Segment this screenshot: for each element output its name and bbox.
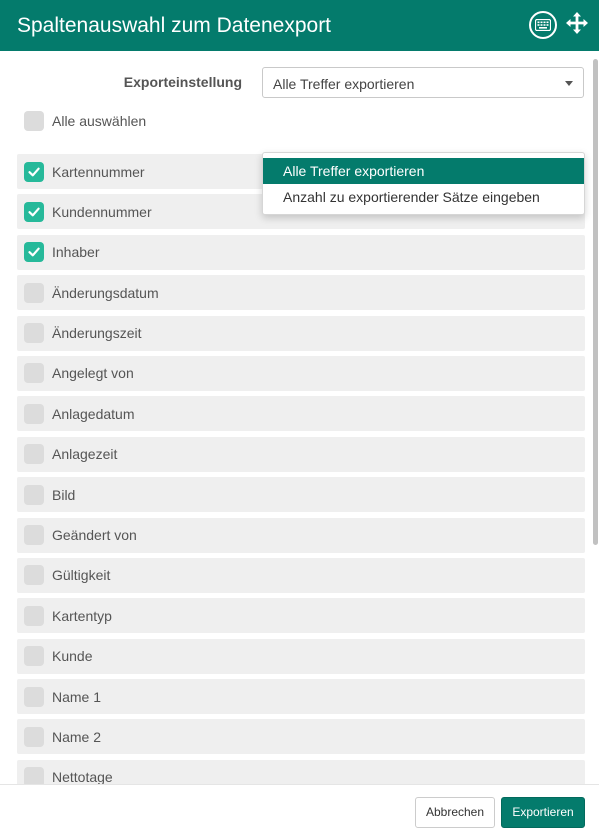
export-setting-label: Exporteinstellung (123, 74, 242, 90)
column-checkbox[interactable] (24, 242, 44, 263)
column-checkbox[interactable] (24, 525, 44, 546)
column-label: Kartennummer (52, 163, 145, 180)
column-row[interactable]: Bild (17, 477, 585, 513)
select-all-checkbox[interactable] (24, 111, 44, 131)
column-checkbox[interactable] (24, 565, 44, 586)
checkmark-icon (28, 207, 40, 217)
column-label: Geändert von (52, 527, 137, 544)
export-button[interactable]: Exportieren (501, 797, 585, 828)
column-label: Gültigkeit (52, 567, 111, 584)
column-label: Änderungsdatum (52, 284, 159, 301)
dropdown-option-enter-count[interactable]: Anzahl zu exportierender Sätze eingeben (263, 184, 584, 210)
export-setting-select[interactable]: Alle Treffer exportieren (262, 67, 584, 98)
column-label: Bild (52, 486, 76, 503)
column-row[interactable]: Kartentyp (17, 598, 585, 634)
dialog-titlebar[interactable]: Spaltenauswahl zum Datenexport (0, 0, 599, 51)
export-setting-value: Alle Treffer exportieren (273, 76, 415, 92)
checkmark-icon (28, 247, 40, 257)
column-row[interactable]: Kunde (17, 638, 585, 674)
column-checkbox[interactable] (24, 605, 44, 626)
column-checkbox[interactable] (24, 686, 44, 707)
column-checkbox[interactable] (24, 726, 44, 747)
column-checkbox[interactable] (24, 403, 44, 424)
dialog-footer: Abbrechen Exportieren (0, 784, 599, 835)
select-all-label: Alle auswählen (52, 113, 147, 129)
scrollbar-thumb[interactable] (593, 59, 598, 545)
column-row[interactable]: Inhaber (17, 234, 585, 270)
column-row[interactable]: Geändert von (17, 517, 585, 553)
dropdown-option-all-hits[interactable]: Alle Treffer exportieren (263, 158, 584, 184)
column-row[interactable]: Angelegt von (17, 355, 585, 391)
move-arrows-icon[interactable] (565, 11, 589, 35)
column-row[interactable]: Änderungsdatum (17, 275, 585, 311)
column-list: Kartennummer Kundennummer Inhaber Änderungs… (17, 154, 585, 784)
column-checkbox[interactable] (24, 282, 44, 303)
column-checkbox[interactable] (24, 363, 44, 384)
keyboard-icon[interactable] (529, 11, 557, 39)
column-row[interactable]: Nettotage (17, 759, 585, 784)
column-checkbox[interactable] (24, 767, 44, 784)
select-all-toggle[interactable]: Alle auswählen (24, 111, 146, 131)
column-label: Kunde (52, 648, 93, 665)
column-row[interactable]: Anlagezeit (17, 436, 585, 472)
column-checkbox[interactable] (24, 484, 44, 505)
column-row[interactable]: Name 2 (17, 719, 585, 755)
column-label: Anlagedatum (52, 405, 135, 422)
column-checkbox[interactable] (24, 161, 44, 182)
checkmark-icon (28, 167, 40, 176)
column-row[interactable]: Änderungszeit (17, 315, 585, 351)
column-label: Name 1 (52, 688, 102, 705)
column-checkbox[interactable] (24, 444, 44, 465)
dialog-title: Spaltenauswahl zum Datenexport (17, 14, 332, 37)
column-label: Änderungszeit (52, 325, 142, 342)
column-row[interactable]: Anlagedatum (17, 396, 585, 432)
column-label: Anlagezeit (52, 446, 118, 463)
column-checkbox[interactable] (24, 323, 44, 344)
column-label: Inhaber (52, 244, 100, 261)
export-dialog: Spaltenauswahl zum Datenexport Exportein… (0, 0, 599, 835)
column-label: Angelegt von (52, 365, 134, 382)
column-label: Kundennummer (52, 203, 152, 220)
cancel-button[interactable]: Abbrechen (415, 797, 495, 828)
column-row[interactable]: Name 1 (17, 679, 585, 715)
column-checkbox[interactable] (24, 646, 44, 667)
column-label: Kartentyp (52, 607, 112, 624)
column-checkbox[interactable] (24, 201, 44, 222)
column-label: Nettotage (52, 769, 113, 784)
chevron-down-icon (565, 81, 573, 86)
column-label: Name 2 (52, 728, 102, 745)
column-row[interactable]: Gültigkeit (17, 557, 585, 593)
dialog-content: Exporteinstellung Alle Treffer exportier… (0, 51, 599, 784)
export-setting-dropdown: Alle Treffer exportieren Anzahl zu expor… (262, 152, 585, 215)
